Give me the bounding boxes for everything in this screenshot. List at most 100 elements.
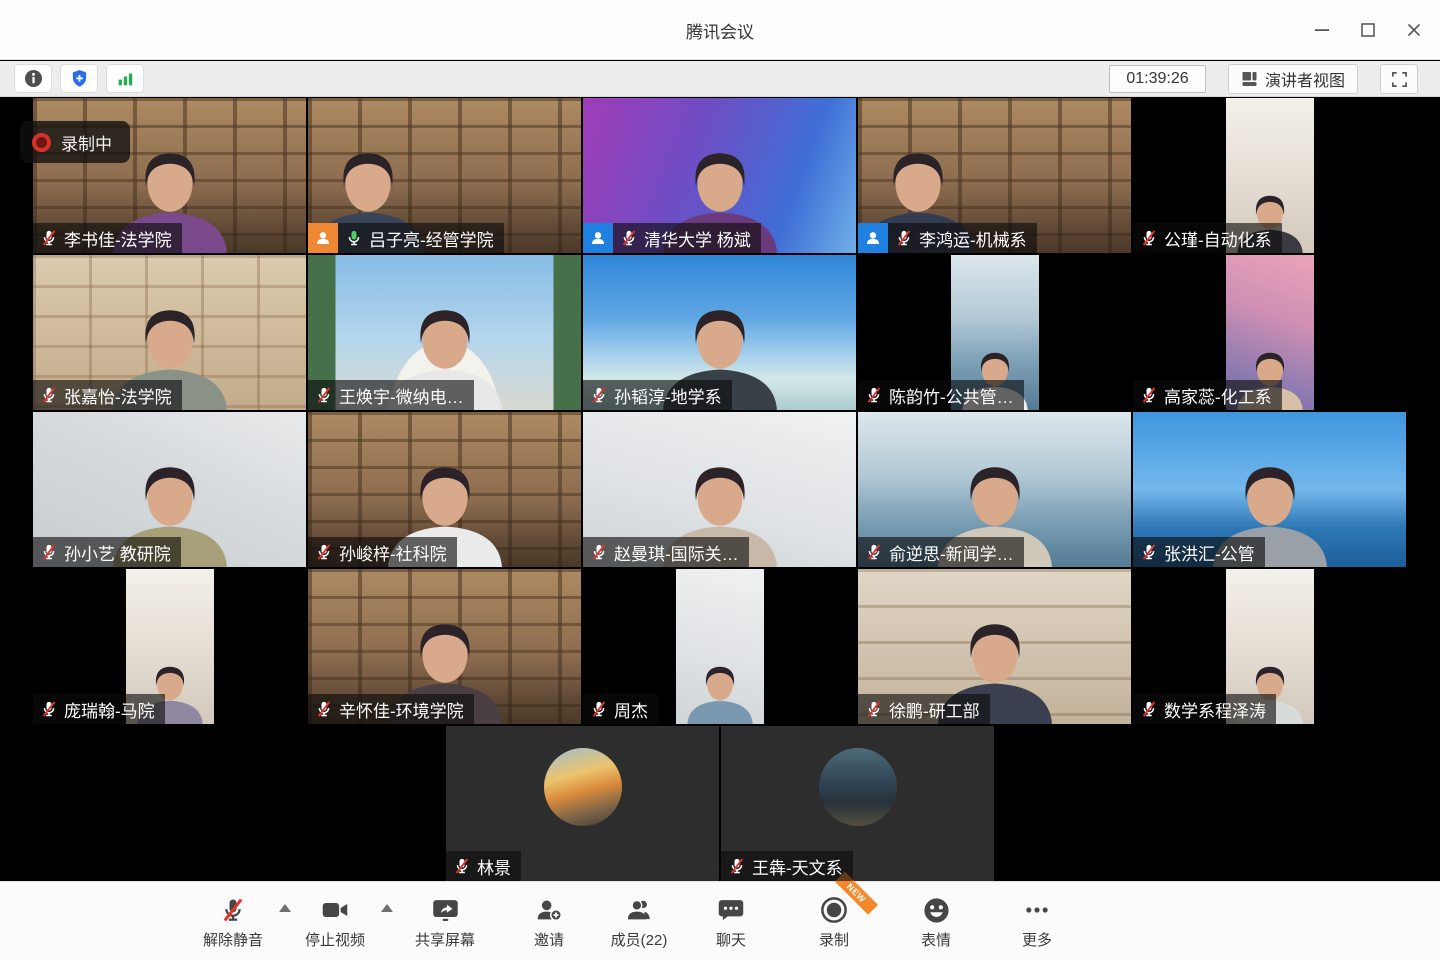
invite-icon <box>535 894 563 926</box>
video-tile[interactable]: 陈韵竹-公共管… <box>858 255 1131 410</box>
video-tile[interactable]: 数学系程泽涛 <box>1133 569 1406 724</box>
video-tile[interactable]: 赵曼琪-国际关… <box>583 412 856 567</box>
meeting-toolbar: 01:39:26 演讲者视图 <box>0 61 1440 97</box>
avatar <box>819 748 897 826</box>
chat-icon <box>717 894 745 926</box>
participant-name: 孙峻梓-社科院 <box>339 540 447 565</box>
video-tile[interactable]: 吕子亮-经管学院 <box>308 98 581 253</box>
minimize-button[interactable] <box>1306 14 1338 46</box>
toolbar-item-record[interactable]: NEW录制 <box>819 894 849 950</box>
video-tile[interactable]: 徐鹏-研工部 <box>858 569 1131 724</box>
mic-muted-icon <box>727 856 747 876</box>
video-tile[interactable]: 公瑾-自动化系 <box>1133 98 1406 253</box>
meeting-window: 腾讯会议 01:39:26 <box>0 0 1440 960</box>
name-bar: 孙小艺 教研院 <box>33 537 181 567</box>
toolbar-item-unmute[interactable]: 解除静音 <box>203 894 263 950</box>
video-tile[interactable]: 孙峻梓-社科院 <box>308 412 581 567</box>
toolbar-item-share[interactable]: 共享屏幕 <box>415 894 475 950</box>
toolbar-item-label: 邀请 <box>534 929 564 950</box>
video-tile[interactable]: 周杰 <box>583 569 856 724</box>
name-bar: 辛怀佳-环境学院 <box>308 694 474 724</box>
meeting-info-button[interactable] <box>14 64 52 93</box>
unmute-icon <box>219 894 247 926</box>
speaker-view-label: 演讲者视图 <box>1265 67 1345 91</box>
toolbar-item-label: 停止视频 <box>305 929 365 950</box>
video-tile[interactable]: 王犇-天文系 <box>721 726 994 881</box>
name-bar: 公瑾-自动化系 <box>1133 223 1282 253</box>
name-bar: 李书佳-法学院 <box>33 223 182 253</box>
toolbar-item-label: 表情 <box>921 929 951 950</box>
video-tile[interactable]: 林景 <box>446 726 719 881</box>
network-signal-icon <box>116 69 135 88</box>
toolbar-item-label: 聊天 <box>716 929 746 950</box>
participant-name: 王犇-天文系 <box>752 854 843 879</box>
record-status-icon <box>32 133 51 152</box>
video-tile[interactable]: 庞瑞翰-马院 <box>33 569 306 724</box>
participant-name: 庞瑞翰-马院 <box>64 697 155 722</box>
share-icon <box>430 894 459 926</box>
close-icon-button[interactable] <box>1398 14 1430 46</box>
name-bar: 孙韬淳-地学系 <box>583 380 732 410</box>
person-icon <box>314 229 332 247</box>
meeting-status-icons <box>14 64 144 93</box>
toolbar-item-stop-video[interactable]: 停止视频 <box>305 894 365 950</box>
toolbar-item-emoji[interactable]: 表情 <box>921 894 951 950</box>
mic-muted-icon <box>864 542 884 562</box>
video-tile[interactable]: 王焕宇-微纳电… <box>308 255 581 410</box>
role-badge <box>308 223 338 253</box>
mic-muted-icon <box>589 699 609 719</box>
name-bar: 清华大学 杨斌 <box>583 223 761 253</box>
mic-muted-icon <box>314 699 334 719</box>
video-options-caret[interactable] <box>381 904 393 912</box>
person-icon <box>864 229 882 247</box>
role-badge <box>858 223 888 253</box>
participant-name: 赵曼琪-国际关… <box>614 540 739 565</box>
mic-muted-icon <box>589 385 609 405</box>
participant-name: 辛怀佳-环境学院 <box>339 697 464 722</box>
mic-muted-icon <box>39 228 59 248</box>
mic-muted-icon <box>39 385 59 405</box>
members-icon <box>625 894 653 926</box>
video-tile[interactable]: 李鸿运-机械系 <box>858 98 1131 253</box>
fullscreen-button[interactable] <box>1380 64 1418 94</box>
unmute-options-caret[interactable] <box>279 904 291 912</box>
participant-name: 陈韵竹-公共管… <box>889 383 1014 408</box>
participant-name: 周杰 <box>614 697 648 722</box>
name-bar: 张嘉怡-法学院 <box>33 380 182 410</box>
minimize-icon <box>1313 21 1331 39</box>
video-grid: 录制中 李书佳-法学院 吕子亮-经管学院 清华大学 杨斌 <box>0 98 1440 881</box>
security-button[interactable] <box>60 64 98 93</box>
participant-name: 吕子亮-经管学院 <box>369 226 494 251</box>
toolbar-item-more[interactable]: 更多 <box>1022 894 1052 950</box>
mic-muted-icon <box>864 699 884 719</box>
speaker-view-button[interactable]: 演讲者视图 <box>1228 64 1358 94</box>
video-tile[interactable]: 辛怀佳-环境学院 <box>308 569 581 724</box>
toolbar-item-label: 成员(22) <box>611 929 668 950</box>
mic-muted-icon <box>589 542 609 562</box>
video-tile[interactable]: 俞逆思-新闻学… <box>858 412 1131 567</box>
meeting-toolbar-right: 01:39:26 演讲者视图 <box>1109 64 1418 94</box>
network-status-button[interactable] <box>106 64 144 93</box>
name-bar: 王犇-天文系 <box>721 851 853 881</box>
toolbar-item-members[interactable]: 成员(22) <box>611 894 668 950</box>
participant-name: 林景 <box>477 854 511 879</box>
toolbar-item-chat[interactable]: 聊天 <box>716 894 746 950</box>
toolbar-item-invite[interactable]: 邀请 <box>534 894 564 950</box>
participant-name: 高家蕊-化工系 <box>1164 383 1272 408</box>
video-tile[interactable]: 张洪汇-公管 <box>1133 412 1406 567</box>
video-tile[interactable]: 孙韬淳-地学系 <box>583 255 856 410</box>
video-tile[interactable]: 张嘉怡-法学院 <box>33 255 306 410</box>
security-shield-icon <box>70 69 89 88</box>
video-tile[interactable]: 孙小艺 教研院 <box>33 412 306 567</box>
toolbar-item-label: 更多 <box>1022 929 1052 950</box>
portrait-video <box>676 569 764 724</box>
video-tile[interactable]: 高家蕊-化工系 <box>1133 255 1406 410</box>
participant-name: 孙韬淳-地学系 <box>614 383 722 408</box>
video-tile[interactable]: 清华大学 杨斌 <box>583 98 856 253</box>
maximize-button[interactable] <box>1352 14 1384 46</box>
mic-active-icon <box>344 228 364 248</box>
avatar <box>544 748 622 826</box>
person-icon <box>589 229 607 247</box>
person-figure <box>677 662 763 724</box>
name-bar: 林景 <box>446 851 521 881</box>
